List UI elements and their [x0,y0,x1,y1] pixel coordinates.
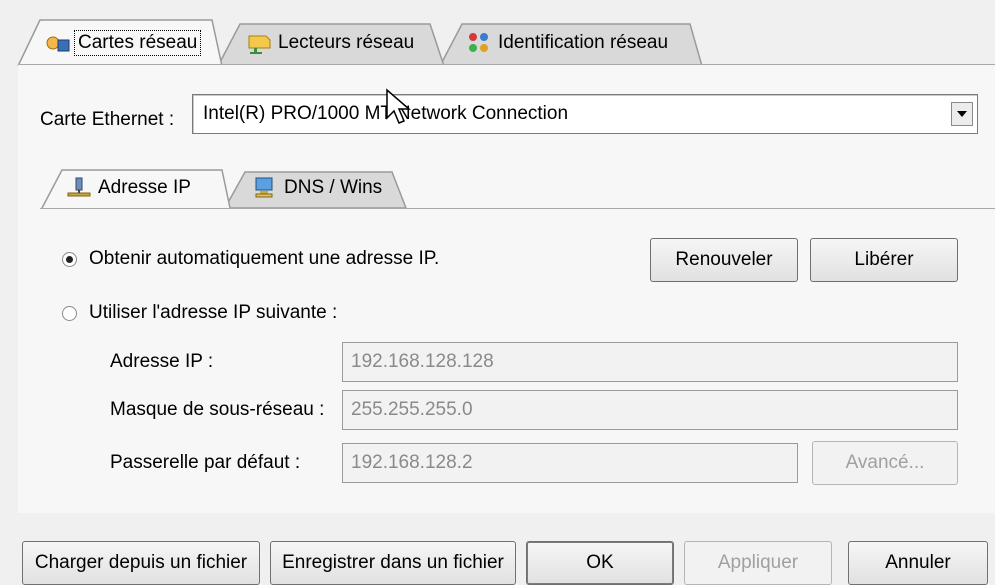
ip-address-field[interactable]: 192.168.128.128 [342,342,958,382]
cancel-button[interactable]: Annuler [848,541,988,585]
dropdown-arrow-icon[interactable] [951,102,973,126]
ip-network-icon [66,175,92,201]
ok-button[interactable]: OK [526,541,674,585]
radio-manual-label: Utiliser l'adresse IP suivante : [89,302,338,323]
advanced-button[interactable]: Avancé... [812,441,958,485]
ethernet-label: Carte Ethernet : [40,109,175,130]
tab-adresse-ip[interactable]: Adresse IP [66,168,191,208]
dns-computer-icon [252,175,278,201]
apply-button[interactable]: Appliquer [684,541,832,585]
subnet-mask-label: Masque de sous-réseau : [110,399,325,420]
tab-label: Lecteurs réseau [278,32,415,53]
tab-identification-reseau[interactable]: Identification réseau [466,22,668,64]
inner-tabstrip: Adresse IP DNS / Wins [40,168,995,210]
network-cards-icon [44,30,70,56]
outer-tabstrip: Cartes réseau Lecteurs réseau Identifica… [0,0,995,70]
mouse-cursor-icon [386,88,412,124]
subnet-mask-field[interactable]: 255.255.255.0 [342,390,958,430]
release-button[interactable]: Libérer [810,238,958,282]
tab-label: Identification réseau [498,32,669,53]
save-to-file-button[interactable]: Enregistrer dans un fichier [270,541,516,585]
tab-lecteurs-reseau[interactable]: Lecteurs réseau [246,22,414,64]
tab-label: DNS / Wins [284,177,383,198]
default-gateway-label: Passerelle par défaut : [110,452,301,473]
load-from-file-button[interactable]: Charger depuis un fichier [22,541,260,585]
tab-label: Cartes réseau [73,30,202,56]
tab-dns-wins[interactable]: DNS / Wins [252,168,382,208]
radio-manual-ip[interactable]: Utiliser l'adresse IP suivante : [62,298,337,328]
ethernet-adapter-select[interactable]: Intel(R) PRO/1000 MT Network Connection [192,94,978,134]
default-gateway-field[interactable]: 192.168.128.2 [342,443,798,483]
radio-unchecked-icon[interactable] [62,305,77,321]
network-identity-icon [466,30,492,56]
tab-cartes-reseau[interactable]: Cartes réseau [44,22,202,64]
radio-auto-ip[interactable]: Obtenir automatiquement une adresse IP. [62,244,439,274]
ip-address-label: Adresse IP : [110,351,214,372]
radio-auto-label: Obtenir automatiquement une adresse IP. [89,248,440,269]
network-drive-icon [246,30,272,56]
renew-button[interactable]: Renouveler [650,238,798,282]
radio-checked-icon[interactable] [62,251,77,267]
tab-label: Adresse IP [98,177,191,198]
